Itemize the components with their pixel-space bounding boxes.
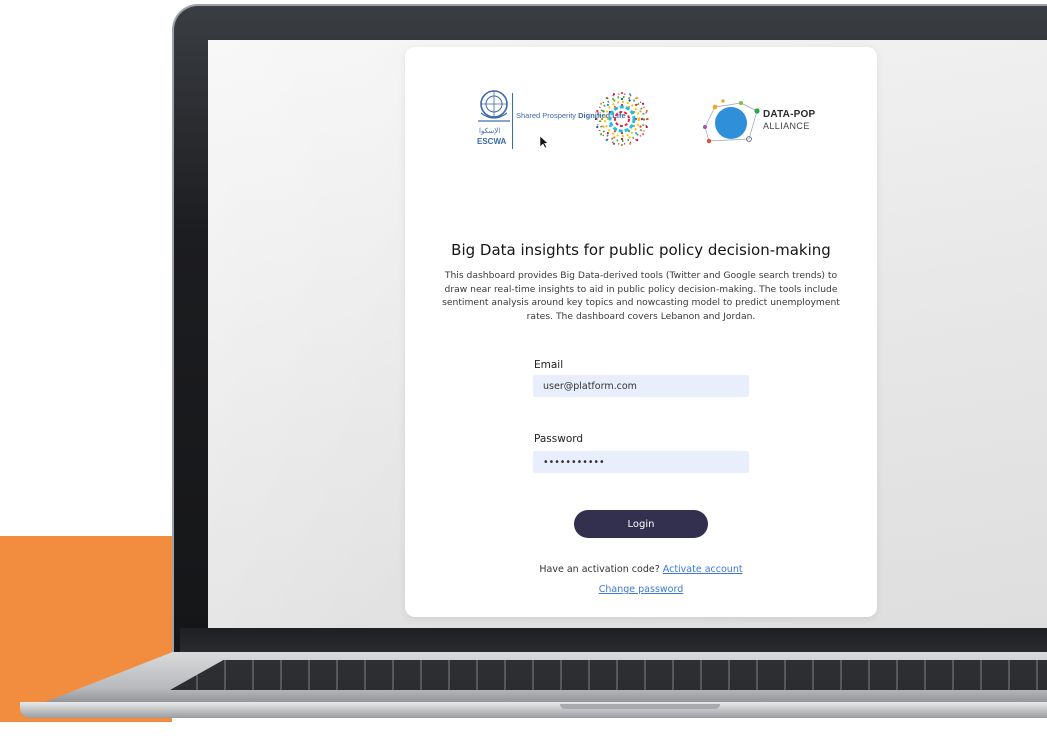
sdg-dot [641, 102, 645, 105]
sdg-dot [602, 125, 605, 128]
data-pop-alliance-icon [703, 99, 760, 144]
escwa-name: ESCWA [477, 137, 507, 146]
dpa-subtitle: ALLIANCE [763, 121, 810, 131]
email-input[interactable] [533, 375, 749, 397]
sdg-dot [596, 109, 599, 113]
activation-row: Have an activation code? Activate accoun… [405, 564, 877, 575]
sdg-dot [620, 92, 624, 95]
logo-divider [512, 93, 513, 149]
sdg-dot [628, 99, 631, 102]
tagline-plain: Shared Prosperity [516, 111, 579, 120]
sdg-dot [639, 110, 642, 113]
sdg-dot [606, 132, 609, 135]
sdg-dot [645, 109, 648, 113]
laptop-base-lip [20, 702, 1047, 718]
laptop-keyboard [170, 660, 1047, 690]
laptop-bezel-bottom [180, 628, 1047, 654]
sdg-dot [613, 136, 616, 139]
sdg-dot [635, 103, 638, 106]
sdg-wheel-icon [595, 92, 649, 146]
change-password-link[interactable]: Change password [599, 584, 684, 595]
laptop-notch [560, 704, 720, 709]
sdg-dot [645, 125, 648, 129]
sdg-dot [606, 103, 609, 106]
sdg-dot [600, 117, 604, 121]
sdg-dot [636, 138, 639, 142]
dpa-title: DATA-POP [763, 109, 816, 120]
change-password-row: Change password [405, 584, 877, 595]
activation-prompt: Have an activation code? [539, 564, 663, 575]
sdg-dot [639, 125, 642, 128]
email-label: Email [534, 359, 564, 371]
escwa-arabic-name: الإسكوا [479, 127, 501, 135]
password-label: Password [534, 433, 584, 445]
sdg-dot [599, 102, 603, 105]
mouse-cursor-icon [539, 135, 549, 149]
page-title: Big Data insights for public policy deci… [451, 241, 831, 259]
activate-account-link[interactable]: Activate account [663, 564, 743, 575]
sdg-dot [628, 136, 631, 139]
sdg-dot [620, 137, 624, 141]
partner-logos: الإسكوا ESCWA Shared Prosperity Dignifie… [405, 87, 877, 157]
sdg-dot [640, 117, 644, 121]
page-description: This dashboard provides Big Data-derived… [442, 270, 840, 322]
sdg-dot [628, 93, 632, 96]
sdg-dot [620, 97, 624, 101]
sdg-dot [596, 125, 599, 129]
marketing-stage: الإسكوا ESCWA Shared Prosperity Dignifie… [0, 0, 1047, 744]
login-button[interactable]: Login [574, 510, 708, 538]
sdg-dot [599, 133, 603, 136]
sdg-dot [612, 142, 616, 145]
sdg-dot [641, 133, 645, 136]
login-card: الإسكوا ESCWA Shared Prosperity Dignifie… [405, 47, 877, 617]
sdg-dot [620, 143, 624, 146]
sdg-dot [605, 96, 608, 100]
password-input[interactable] [533, 451, 749, 473]
